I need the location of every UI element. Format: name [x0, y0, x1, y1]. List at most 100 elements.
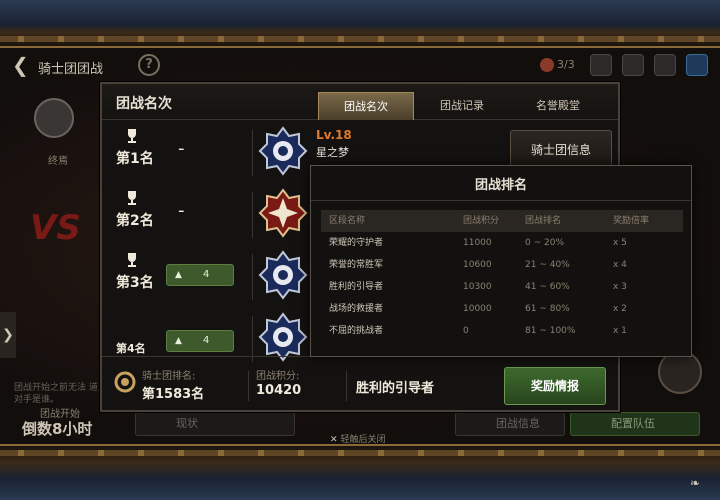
tier-cell: 荣耀的守护者	[329, 238, 384, 248]
score-label: 团战积分:	[256, 371, 300, 382]
table-row: 不屈的挑战者 0 81 ~ 100% x 1	[321, 320, 683, 342]
battle-info-label: 团战信息	[496, 417, 540, 430]
rank-label: 第3名	[116, 275, 154, 291]
tier-cell: 荣誉的常胜军	[329, 260, 384, 270]
tier-cell: 胜利的引导者	[329, 282, 384, 292]
vs-icon: VS	[30, 208, 81, 248]
panel-footer: 骑士团排名: 第1583名 团战积分: 10420 胜利的引导者 奖励情报	[102, 356, 618, 410]
score-cell: 11000	[463, 238, 492, 248]
arrow-up-icon: ▲	[175, 336, 182, 346]
chevron-right-icon[interactable]: ❯	[0, 312, 16, 358]
countdown: 倒数8小时	[22, 420, 93, 438]
medal-icon	[114, 371, 136, 393]
tier-cell: 不屈的挑战者	[329, 326, 384, 336]
guild-emblem-icon	[34, 98, 74, 138]
rank-change: -	[178, 138, 185, 159]
score-cell: 10300	[463, 282, 492, 292]
bottom-frame	[0, 444, 720, 500]
divider	[252, 192, 253, 238]
message-icon[interactable]	[654, 54, 676, 76]
close-icon: ✕	[330, 435, 338, 445]
divider	[311, 200, 691, 201]
tab-hall-of-fame[interactable]: 名誉殿堂	[510, 92, 606, 120]
multiplier-cell: x 4	[613, 260, 627, 270]
rank-change: -	[178, 200, 185, 221]
top-bar: ❮ 骑士团团战 ? 3/3	[0, 52, 720, 82]
multiplier-cell: x 1	[613, 326, 627, 336]
question-mark-icon[interactable]: ?	[138, 54, 160, 76]
ticket-icon	[540, 58, 554, 72]
popup-title: 团战排名	[474, 178, 527, 193]
stage-label: 终焉	[48, 156, 68, 167]
score-cell: 10000	[463, 304, 492, 314]
deploy-team-label: 配置队伍	[611, 417, 655, 430]
table-row: 荣耀的守护者 11000 0 ~ 20% x 5	[321, 232, 683, 254]
rose-emblem-icon	[258, 250, 308, 300]
game-logo-icon: ❧	[690, 476, 701, 490]
chevron-left-icon[interactable]: ❮	[12, 54, 34, 76]
panel-header: 团战名次 团战名次 团战记录 名誉殿堂	[102, 84, 618, 120]
table-row: 战场的救援者 10000 61 ~ 80% x 2	[321, 298, 683, 320]
rank-range-cell: 21 ~ 40%	[525, 260, 570, 270]
guild-rank-label: 骑士团排名:	[142, 371, 196, 382]
guild-level: Lv.18	[316, 128, 352, 142]
rose-emblem-icon	[258, 312, 308, 362]
divider	[252, 254, 253, 300]
multiplier-cell: x 3	[613, 282, 627, 292]
close-hint[interactable]: ✕ 轻触后关闭	[330, 432, 386, 445]
tier-name: 胜利的引导者	[356, 381, 435, 396]
rank-label: 第2名	[116, 213, 154, 229]
guild-info-button[interactable]: 骑士团信息	[510, 130, 612, 170]
page-title: 骑士团团战	[38, 62, 104, 77]
top-frame	[0, 0, 720, 48]
rank-range-cell: 61 ~ 80%	[525, 304, 570, 314]
rank-label: 第1名	[116, 151, 154, 167]
rank-up-badge: ▲ 4	[166, 330, 234, 352]
table-row: 荣誉的常胜军 10600 21 ~ 40% x 4	[321, 254, 683, 276]
divider	[248, 371, 249, 401]
rank-range-cell: 0 ~ 20%	[525, 238, 564, 248]
score-value: 10420	[256, 383, 302, 398]
column-header: 区段名称	[329, 216, 366, 226]
tab-ranking[interactable]: 团战名次	[318, 92, 414, 120]
status-button-label: 现状	[176, 417, 198, 430]
tier-table: 区段名称 团战积分 团战排名 奖励倍率 荣耀的守护者 11000 0 ~ 20%…	[321, 210, 683, 342]
inbox-icon[interactable]	[590, 54, 612, 76]
rank-up-badge: ▲ 4	[166, 264, 234, 286]
ranking-tier-popup: 团战排名 区段名称 团战积分 团战排名 奖励倍率 荣耀的守护者 11000 0 …	[310, 165, 692, 357]
status-button[interactable]: 现状	[135, 412, 295, 436]
multiplier-cell: x 5	[613, 238, 627, 248]
trophy-icon	[128, 191, 136, 205]
column-header: 团战积分	[463, 216, 500, 226]
chat-icon[interactable]	[622, 54, 644, 76]
divider	[252, 130, 253, 176]
score-cell: 10600	[463, 260, 492, 270]
cross-emblem-icon	[258, 188, 308, 238]
rank-range-cell: 81 ~ 100%	[525, 326, 576, 336]
trophy-icon	[128, 129, 136, 143]
opponent-note: 团战开始之前无法 道对手是谁。	[14, 383, 98, 405]
trophy-icon	[128, 253, 136, 267]
score-cell: 0	[463, 326, 469, 336]
rank-change-value: 4	[203, 269, 210, 280]
divider	[346, 371, 347, 401]
left-area: 终焉 VS ❯ 团战开始之前无法 道对手是谁。	[0, 90, 100, 440]
count-value: 3/3	[557, 58, 575, 71]
reward-info-button[interactable]: 奖励情报	[504, 367, 606, 405]
rank-label: 第4名	[116, 342, 146, 355]
menu-grid-icon[interactable]	[686, 54, 708, 76]
rank-change-value: 4	[203, 335, 210, 346]
panel-title: 团战名次	[116, 96, 172, 112]
guild-rank-value: 第1583名	[142, 387, 205, 402]
guild-name: 星之梦	[316, 146, 349, 159]
rank-range-cell: 41 ~ 60%	[525, 282, 570, 292]
table-row: 胜利的引导者 10300 41 ~ 60% x 3	[321, 276, 683, 298]
tab-records[interactable]: 团战记录	[414, 92, 510, 120]
close-hint-label: 轻触后关闭	[340, 435, 386, 445]
deploy-team-button[interactable]: 配置队伍	[570, 412, 700, 436]
multiplier-cell: x 2	[613, 304, 627, 314]
tier-cell: 战场的救援者	[329, 304, 384, 314]
column-header: 奖励倍率	[613, 216, 650, 226]
battle-info-button[interactable]: 团战信息	[455, 412, 565, 436]
column-header: 团战排名	[525, 216, 562, 226]
